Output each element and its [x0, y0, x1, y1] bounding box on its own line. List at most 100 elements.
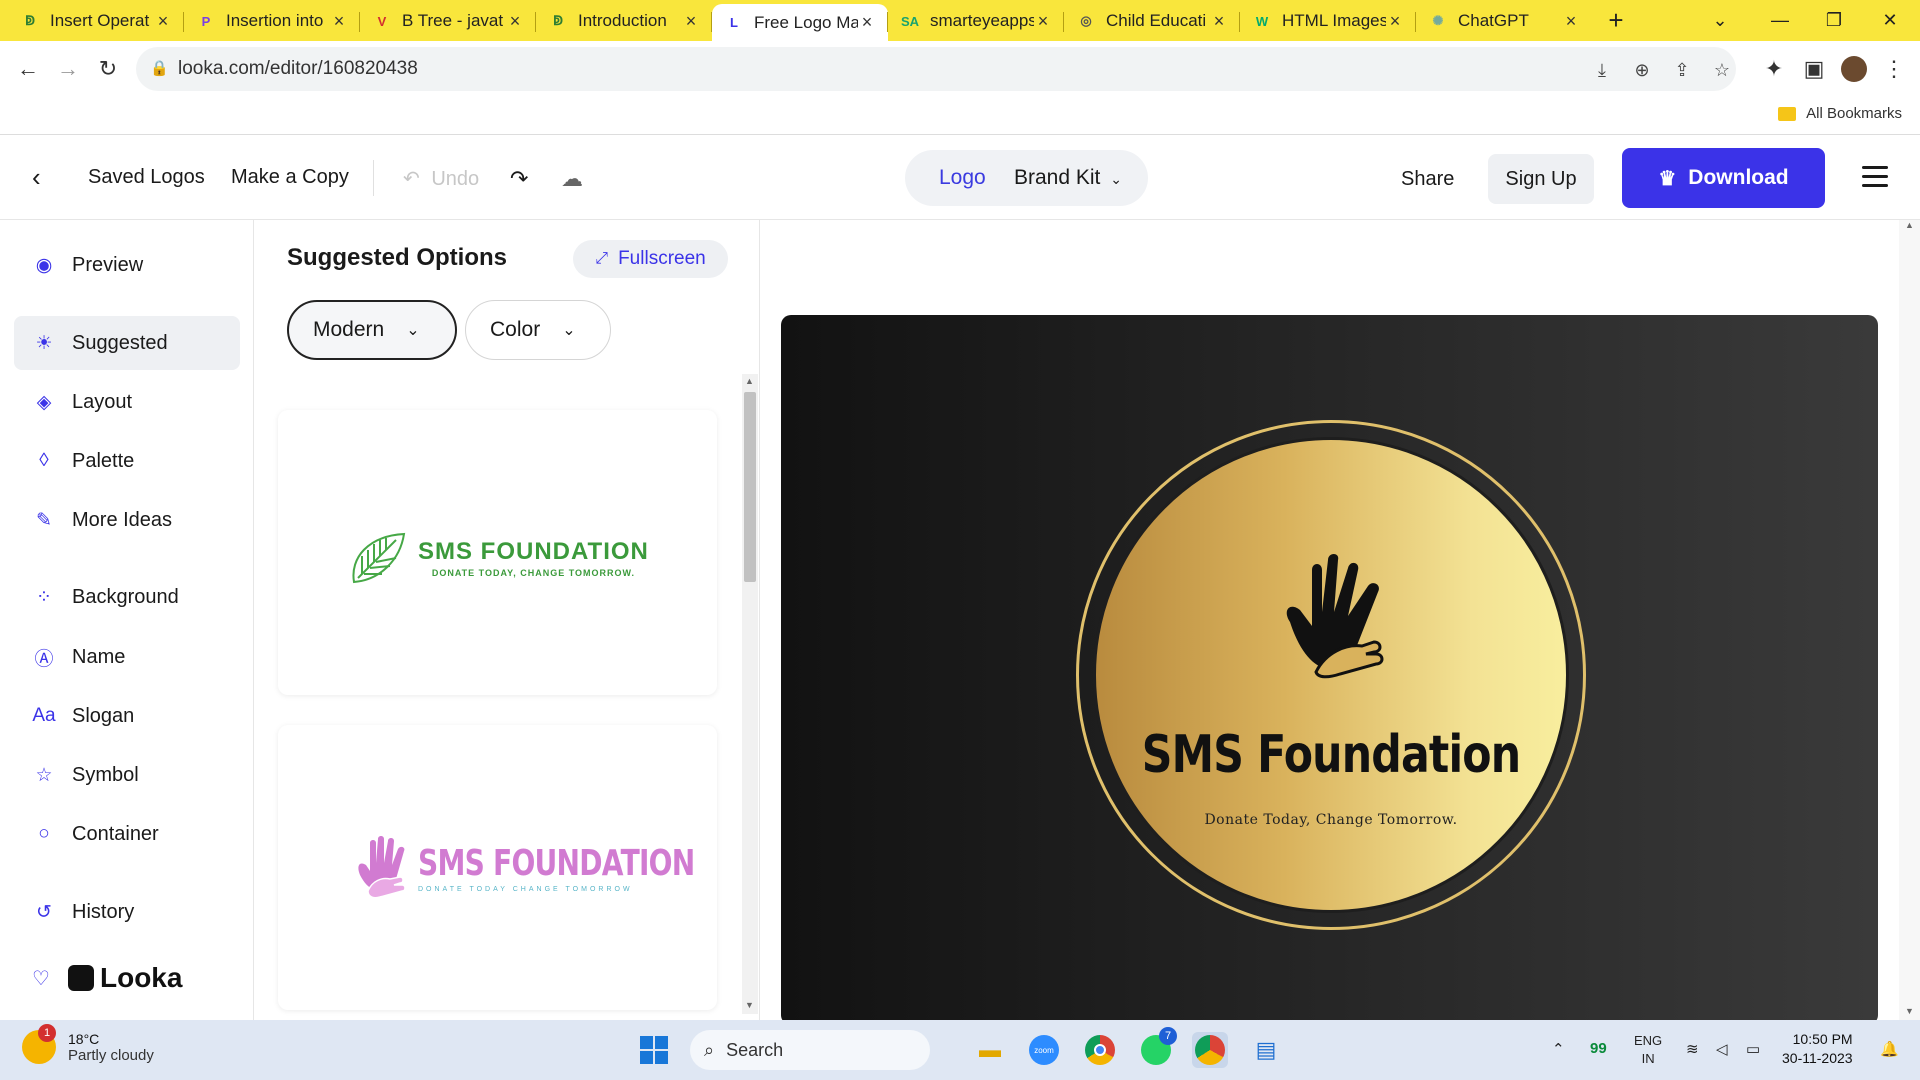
- sign-up-button[interactable]: Sign Up: [1488, 154, 1594, 204]
- scroll-up-icon[interactable]: ▲: [745, 376, 754, 386]
- reload-icon[interactable]: ↻: [92, 53, 124, 85]
- zoom-icon[interactable]: ⊕: [1630, 58, 1654, 82]
- sidebar-item-slogan[interactable]: Aa Slogan: [14, 689, 240, 743]
- close-tab-icon[interactable]: ×: [1034, 11, 1052, 32]
- zoom-app-icon[interactable]: zoom: [1026, 1032, 1062, 1068]
- scroll-down-icon[interactable]: ▼: [745, 1000, 754, 1010]
- volume-icon[interactable]: ◁: [1716, 1040, 1728, 1058]
- sidebar-item-palette[interactable]: ◊ Palette: [14, 434, 240, 488]
- kebab-menu-icon[interactable]: ⋮: [1878, 53, 1910, 85]
- panel-scrollbar[interactable]: ▲ ▼: [742, 374, 758, 1014]
- restore-icon[interactable]: ❐: [1806, 0, 1862, 41]
- browser-tab[interactable]: ↁ Insert Operat ×: [8, 2, 184, 40]
- chrome-profile-icon[interactable]: [1192, 1032, 1228, 1068]
- canvas-logo-name[interactable]: SMS Foundation: [1138, 725, 1523, 785]
- share-page-icon[interactable]: ⇪: [1670, 58, 1694, 82]
- new-tab-icon[interactable]: +: [1596, 0, 1636, 41]
- browser-tab[interactable]: L Free Logo Ma ×: [712, 4, 888, 41]
- back-arrow-icon[interactable]: ←: [12, 53, 44, 85]
- file-explorer-icon[interactable]: ▬: [972, 1032, 1008, 1068]
- close-tab-icon[interactable]: ×: [330, 11, 348, 32]
- browser-tab[interactable]: V B Tree - javat ×: [360, 2, 536, 40]
- url-text[interactable]: looka.com/editor/160820438: [178, 58, 418, 80]
- weather-widget[interactable]: 1 18°C Partly cloudy: [22, 1024, 154, 1064]
- color-filter-dropdown[interactable]: Color ⌄: [465, 300, 611, 360]
- suggested-logo-card[interactable]: SMS FOUNDATION DONATE TODAY CHANGE TOMOR…: [278, 725, 717, 1010]
- page-scrollbar[interactable]: ▲ ▼: [1899, 220, 1920, 1020]
- whatsapp-icon[interactable]: 7: [1138, 1027, 1177, 1068]
- sidebar-item-label: Symbol: [72, 763, 139, 786]
- grid-dots-icon: ⁘: [36, 586, 52, 608]
- font-aa-icon: Aa: [32, 705, 56, 726]
- download-button[interactable]: ♛ Download: [1622, 148, 1825, 208]
- close-tab-icon[interactable]: ×: [154, 11, 172, 32]
- folder-icon: [1778, 106, 1797, 121]
- browser-tab[interactable]: SA smarteyeapps ×: [888, 2, 1064, 40]
- scrollbar-thumb[interactable]: [744, 392, 756, 582]
- canvas-logo-slogan[interactable]: Donate Today, Change Tomorrow.: [1096, 812, 1566, 828]
- hamburger-menu-icon[interactable]: [1862, 166, 1888, 188]
- install-app-icon[interactable]: ⤓: [1590, 58, 1614, 82]
- make-copy-link[interactable]: Make a Copy: [231, 166, 349, 189]
- tray-number[interactable]: 99: [1590, 1040, 1607, 1057]
- logo-canvas[interactable]: SMS Foundation Donate Today, Change Tomo…: [781, 315, 1878, 1025]
- share-button[interactable]: Share: [1401, 168, 1454, 191]
- close-tab-icon[interactable]: ×: [1386, 11, 1404, 32]
- extensions-icon[interactable]: ✦: [1758, 53, 1790, 85]
- windows-start-icon[interactable]: [636, 1032, 672, 1068]
- back-chevron-icon[interactable]: ‹: [32, 162, 41, 193]
- all-bookmarks[interactable]: All Bookmarks: [1778, 105, 1902, 122]
- chrome-icon[interactable]: [1082, 1032, 1118, 1068]
- sidebar-item-symbol[interactable]: ☆ Symbol: [14, 748, 240, 802]
- show-hidden-icons[interactable]: ⌃: [1552, 1040, 1565, 1058]
- undo-button[interactable]: ↶ Undo: [403, 166, 479, 191]
- sidebar-item-history[interactable]: ↺ History: [14, 885, 240, 939]
- notification-bell-icon[interactable]: 🔔: [1880, 1040, 1899, 1058]
- sidebar-item-container[interactable]: ○ Container: [14, 807, 240, 861]
- saved-logos-link[interactable]: Saved Logos: [88, 166, 205, 189]
- cloud-sync-icon[interactable]: ☁: [561, 166, 583, 192]
- star-icon: ☆: [35, 764, 53, 786]
- bookmark-star-icon[interactable]: ☆: [1710, 58, 1734, 82]
- sidebar-item-more-ideas[interactable]: ✎ More Ideas: [14, 493, 240, 547]
- notepad-icon[interactable]: ▤: [1248, 1032, 1284, 1068]
- close-tab-icon[interactable]: ×: [506, 11, 524, 32]
- close-tab-icon[interactable]: ×: [682, 11, 700, 32]
- tab-brand-kit[interactable]: Brand Kit ⌄: [1014, 166, 1122, 190]
- taskbar-search[interactable]: ⌕ Search: [690, 1030, 930, 1070]
- tab-search-icon[interactable]: ⌄: [1692, 0, 1748, 41]
- heart-icon[interactable]: ♡: [32, 966, 50, 991]
- redo-icon[interactable]: ↷: [510, 166, 528, 192]
- close-tab-icon[interactable]: ×: [858, 12, 876, 33]
- browser-tab[interactable]: ✺ ChatGPT ×: [1416, 2, 1592, 40]
- wifi-icon[interactable]: ≋: [1686, 1040, 1699, 1058]
- browser-tab[interactable]: P Insertion into ×: [184, 2, 360, 40]
- scroll-up-icon[interactable]: ▲: [1905, 220, 1914, 230]
- sidebar-item-preview[interactable]: ◉ Preview: [14, 238, 240, 292]
- close-window-icon[interactable]: ✕: [1862, 0, 1918, 41]
- style-filter-dropdown[interactable]: Modern ⌄: [287, 300, 457, 360]
- close-tab-icon[interactable]: ×: [1562, 11, 1580, 32]
- card-logo-name: SMS FOUNDATION: [418, 538, 649, 565]
- forward-arrow-icon[interactable]: →: [52, 53, 84, 85]
- address-bar[interactable]: 🔒 looka.com/editor/160820438 ⤓ ⊕ ⇪ ☆: [136, 47, 1736, 91]
- battery-icon[interactable]: ▭: [1746, 1040, 1760, 1058]
- fullscreen-button[interactable]: ⤢ Fullscreen: [573, 240, 728, 278]
- side-panel-icon[interactable]: ▣: [1798, 53, 1830, 85]
- browser-tab[interactable]: ↁ Introduction ×: [536, 2, 712, 40]
- suggested-logo-card[interactable]: SMS FOUNDATION DONATE TODAY, CHANGE TOMO…: [278, 410, 717, 695]
- crown-icon: ♛: [1658, 167, 1677, 190]
- browser-tab[interactable]: W HTML Images ×: [1240, 2, 1416, 40]
- system-clock[interactable]: 10:50 PM 30-11-2023: [1782, 1030, 1853, 1068]
- scroll-down-icon[interactable]: ▼: [1905, 1006, 1914, 1016]
- tab-logo[interactable]: Logo: [939, 166, 986, 190]
- minimize-icon[interactable]: —: [1752, 0, 1808, 41]
- sidebar-item-name[interactable]: Ⓐ Name: [14, 630, 240, 684]
- browser-tab[interactable]: ◎ Child Educati ×: [1064, 2, 1240, 40]
- sidebar-item-background[interactable]: ⁘ Background: [14, 570, 240, 624]
- sidebar-item-suggested[interactable]: ☀ Suggested: [14, 316, 240, 370]
- profile-avatar[interactable]: [1838, 53, 1870, 85]
- close-tab-icon[interactable]: ×: [1210, 11, 1228, 32]
- language-indicator[interactable]: ENG IN: [1634, 1032, 1662, 1068]
- sidebar-item-layout[interactable]: ◈ Layout: [14, 375, 240, 429]
